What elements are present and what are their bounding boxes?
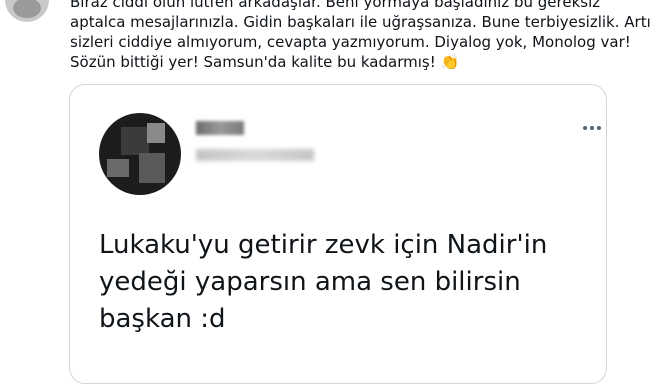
avatar-pixel [107,159,129,177]
avatar-blur [13,0,41,18]
clapping-hands-icon: 👏 [440,53,460,71]
quoted-author-avatar[interactable] [99,113,181,195]
quoted-tweet-text: Lukaku'yu getirir zevk için Nadir'in yed… [99,227,599,338]
quoted-text-line: Lukaku'yu getirir zevk için Nadir'in [99,230,548,260]
avatar-pixel [147,123,165,143]
tweet-text-line: Biraz ciddi olun lütfen arkadaşlar. Beni… [70,0,601,11]
avatar-pixel [139,153,165,183]
tweet-text-line-content: Sözün bittiği yer! Samsun'da kalite bu k… [70,53,436,71]
tweet-text-line: sizleri ciddiye almıyorum, cevapta yazmı… [70,33,631,51]
tweet-text: Biraz ciddi olun lütfen arkadaşlar. Beni… [70,0,650,72]
quoted-text-line: yedeği yaparsın ama sen bilirsin [99,267,521,297]
tweet-text-line: Sözün bittiği yer! Samsun'da kalite bu k… [70,52,610,72]
dot [597,126,601,130]
tweet-text-line: aptalca mesajlarınızla. Gidin başkaları … [70,13,650,31]
avatar-pixel [121,127,149,155]
quoted-author-name-blurred[interactable] [196,121,244,135]
quoted-tweet-card[interactable]: Lukaku'yu getirir zevk için Nadir'in yed… [69,84,607,384]
more-icon[interactable] [583,125,601,131]
author-avatar[interactable] [5,0,49,22]
dot [583,126,587,130]
quoted-text-line: başkan :d [99,304,226,334]
dot [590,126,594,130]
quoted-author-handle-blurred[interactable] [196,149,314,161]
